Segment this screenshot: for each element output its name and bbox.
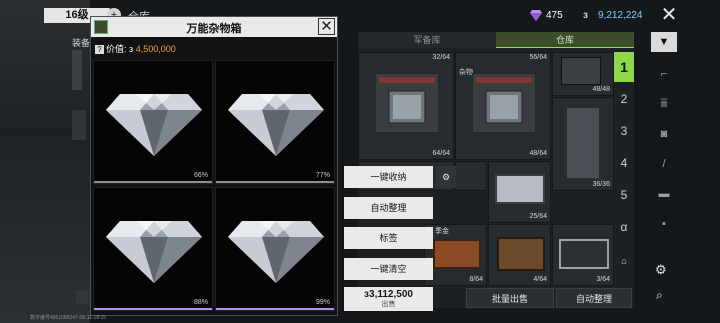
slot-count: 32/64 [432, 54, 450, 61]
sell-label: 出售 [381, 301, 396, 308]
reward-item[interactable]: 88% [93, 187, 213, 311]
gem-count: 475 [546, 10, 563, 21]
tab-warehouse[interactable]: 仓库 [496, 32, 634, 48]
durability-bar [216, 308, 334, 310]
sell-button[interactable]: з3,112,500 出售 [344, 287, 433, 311]
storage-slot[interactable]: 4/64 [488, 224, 551, 286]
page-4[interactable]: 4 [614, 148, 634, 178]
storage-slot-empty[interactable] [455, 161, 487, 191]
durability-bar [94, 308, 212, 310]
modal-close-button[interactable]: ✕ [318, 18, 335, 35]
storage-slot[interactable]: 36/36 [552, 97, 614, 191]
modal-header: 万能杂物箱 ✕ [91, 17, 337, 37]
search-icon[interactable]: ⌕ [656, 288, 663, 303]
coin-count: 9,212,224 [598, 10, 643, 21]
pistol-icon[interactable]: ⌐ [651, 64, 677, 84]
category-sidebar: ▼ ⌐ ⅲ ◙ / ▬ ▪ [651, 28, 677, 323]
storage-slot[interactable]: 32/64 64/64 [358, 52, 454, 160]
slot-count: 8/64 [469, 276, 483, 283]
page-5[interactable]: 5 [614, 180, 634, 210]
slot-count: 64/64 [432, 150, 450, 157]
knife-icon[interactable]: / [651, 154, 677, 174]
storage-slot[interactable]: 季金 8/64 [424, 224, 487, 286]
filter-icon[interactable]: ▼ [651, 32, 677, 52]
durability-bar [216, 181, 334, 183]
camera-icon[interactable]: ◙ [651, 124, 677, 144]
price-value: 4,500,000 [135, 44, 176, 54]
storage-slot[interactable]: 48/48 [552, 52, 614, 96]
modal-title: 万能杂物箱 [186, 23, 242, 35]
clear-all-button[interactable]: 一键清空 [344, 258, 433, 280]
tab-armory[interactable]: 军备库 [358, 32, 496, 48]
collect-all-button[interactable]: 一键收纳 [344, 166, 433, 188]
bulk-sell-button[interactable]: 批量出售 [466, 288, 554, 308]
slot-count: 25/64 [529, 213, 547, 220]
gem-icon [530, 10, 542, 21]
price-label: 价值: [106, 44, 127, 54]
close-icon[interactable]: ✕ [659, 5, 679, 26]
page-2[interactable]: 2 [614, 84, 634, 114]
auto-sort-button[interactable]: 自动整理 [344, 197, 433, 219]
price-coin-icon: з [129, 44, 134, 54]
crate-icon [472, 73, 536, 133]
page-1[interactable]: 1 [614, 52, 634, 82]
diamond-icon [228, 221, 324, 283]
slot-label: 杂物 [459, 69, 473, 76]
slot-count: 48/48 [592, 86, 610, 93]
reward-item[interactable]: 99% [215, 187, 335, 311]
ammo-icon[interactable]: ⅲ [651, 94, 677, 114]
diamond-icon [106, 221, 202, 283]
misc-icon[interactable]: ▪ [651, 214, 677, 234]
slot-count: 4/64 [533, 276, 547, 283]
slot-count: 36/36 [592, 181, 610, 188]
slot-count: 56/64 [529, 54, 547, 61]
card-icon[interactable]: ▬ [651, 184, 677, 204]
page-alpha[interactable]: α [614, 212, 634, 242]
storage-slot[interactable]: 25/64 [488, 161, 551, 223]
player-id: 数字编号4851689247-08-11-18:15 [30, 315, 107, 321]
tag-button[interactable]: 标签 [344, 227, 433, 249]
crate-icon [375, 73, 439, 133]
gear-icon[interactable]: ⚙ [436, 166, 456, 188]
durability-percent: 77% [315, 172, 330, 179]
settings-gear-icon[interactable]: ⚙ [655, 262, 667, 278]
reward-item[interactable]: 77% [215, 60, 335, 184]
equipment-tab-label[interactable]: 装备 [72, 36, 90, 49]
item-box-modal: 万能杂物箱 ✕ ? 价值: з 4,500,000 66% 77% 88% 99… [90, 16, 338, 316]
slot-count: 3/64 [596, 276, 610, 283]
durability-percent: 66% [193, 172, 208, 179]
reward-grid: 66% 77% 88% 99% [93, 60, 337, 315]
storage-slot[interactable]: 3/64 [552, 224, 614, 286]
durability-percent: 88% [193, 299, 208, 306]
durability-percent: 99% [315, 299, 330, 306]
reward-item[interactable]: 66% [93, 60, 213, 184]
page-3[interactable]: 3 [614, 116, 634, 146]
durability-bar [94, 181, 212, 183]
home-icon[interactable]: ⌂ [614, 246, 634, 276]
slot-count: 48/64 [529, 150, 547, 157]
coin-icon: з [583, 10, 588, 21]
diamond-icon [106, 94, 202, 156]
auto-sort-bottom-button[interactable]: 自动整理 [556, 288, 632, 308]
storage-slot[interactable]: 杂物 56/64 48/64 [455, 52, 551, 160]
slot-label: 季金 [435, 228, 449, 235]
modal-price: ? 价值: з 4,500,000 [95, 42, 176, 55]
diamond-icon [228, 94, 324, 156]
help-icon[interactable]: ? [95, 45, 104, 54]
sell-amount: 3,112,500 [369, 289, 413, 300]
